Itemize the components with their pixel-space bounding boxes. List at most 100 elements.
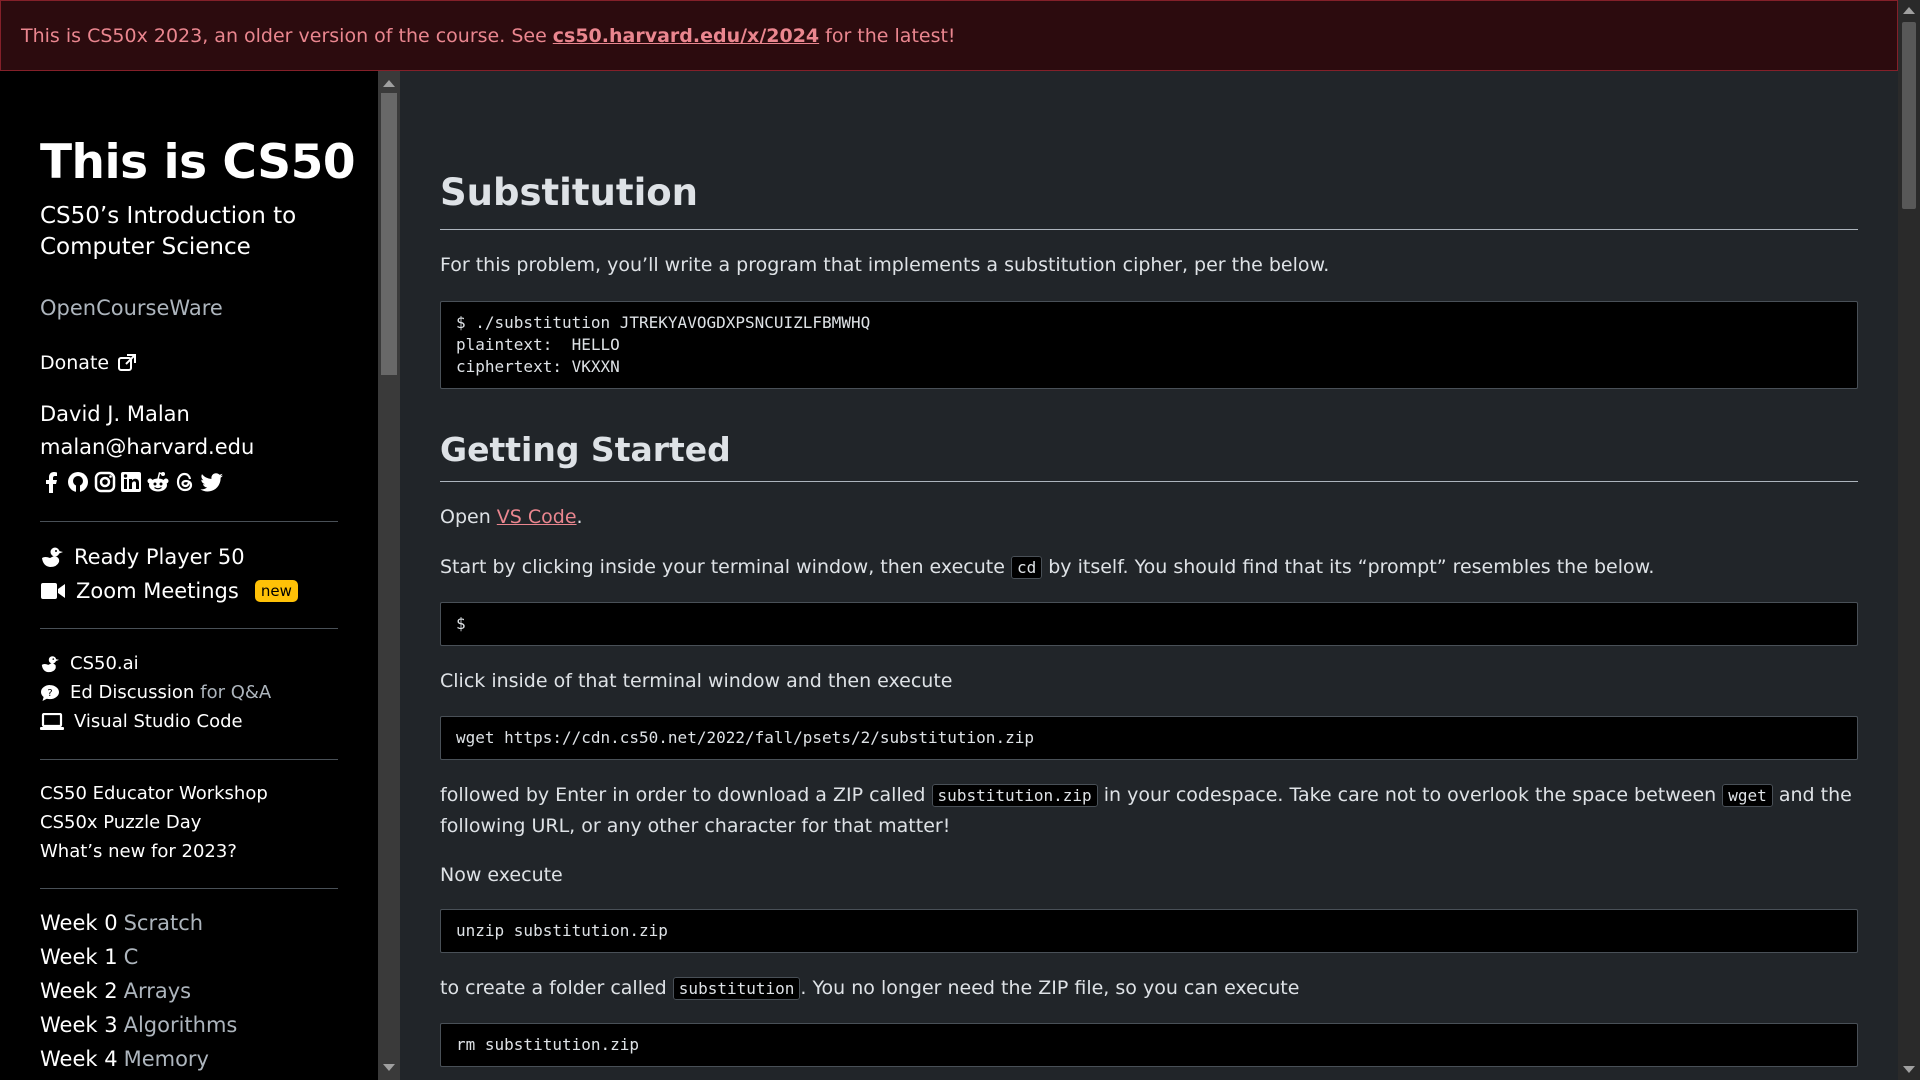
scroll-down-arrow-icon[interactable] <box>1903 1066 1915 1073</box>
window-scrollbar[interactable] <box>1898 0 1920 1080</box>
banner-latest-link[interactable]: cs50.harvard.edu/x/2024 <box>553 25 819 47</box>
section-rule <box>440 481 1858 482</box>
older-version-banner: This is CS50x 2023, an older version of … <box>0 0 1898 71</box>
svg-text:?: ? <box>47 688 52 699</box>
opencourseware-label: OpenCourseWare <box>40 296 223 320</box>
step-text: by itself. You should find that its “pro… <box>1048 556 1655 578</box>
donate-link[interactable]: Donate <box>40 352 137 374</box>
step-text: in your codespace. Take care not to over… <box>1103 784 1717 806</box>
sidebar-item-label: Ed Discussion <box>70 682 195 703</box>
inline-code-wget: wget <box>1722 784 1773 807</box>
new-badge: new <box>254 580 298 602</box>
reddit-icon[interactable] <box>146 471 170 493</box>
wget-code-block: wget https://cdn.cs50.net/2022/fall/pset… <box>440 716 1858 760</box>
duck-icon <box>42 547 63 567</box>
sidebar-item-week-4[interactable]: Week 4 Memory <box>40 1047 209 1071</box>
sidebar-item-puzzle-day[interactable]: CS50x Puzzle Day <box>40 812 201 833</box>
sidebar-item-week-2[interactable]: Week 2 Arrays <box>40 979 191 1003</box>
author-email[interactable]: malan@harvard.edu <box>40 435 254 459</box>
banner-text-before: This is CS50x 2023, an older version of … <box>21 24 547 47</box>
week-topic: C <box>123 945 139 969</box>
video-camera-icon <box>41 583 65 599</box>
inline-code-substitution: substitution <box>672 977 801 1000</box>
author-name: David J. Malan <box>40 402 190 426</box>
rm-code-block: rm substitution.zip <box>440 1023 1858 1067</box>
week-topic: Scratch <box>123 911 204 935</box>
prompt-code-block: $ <box>440 602 1858 646</box>
chat-icon: ? <box>41 684 59 701</box>
sidebar-divider <box>40 521 338 522</box>
week-topic: Memory <box>123 1047 209 1071</box>
facebook-icon[interactable] <box>40 471 62 493</box>
sidebar-item-label: CS50x Puzzle Day <box>40 812 202 833</box>
sidebar-item-ed-discussion[interactable]: ? Ed Discussion for Q&A <box>40 682 271 703</box>
title-rule <box>440 229 1858 230</box>
sidebar-item-educator-workshop[interactable]: CS50 Educator Workshop <box>40 783 268 804</box>
sidebar-item-label: CS50 Educator Workshop <box>40 783 268 804</box>
inline-code-substitution-zip: substitution.zip <box>931 784 1098 807</box>
sidebar-item-whats-new[interactable]: What’s new for 2023? <box>40 841 237 862</box>
scroll-up-arrow-icon[interactable] <box>1903 7 1915 14</box>
week-number: Week 0 <box>40 911 118 935</box>
open-text: Open <box>440 506 491 528</box>
banner-text-after: for the latest! <box>825 24 956 47</box>
sidebar-item-label: Ready Player 50 <box>74 545 245 569</box>
sidebar: This is CS50 CS50’s Introduction to Comp… <box>0 71 378 1080</box>
scroll-up-arrow-icon[interactable] <box>383 80 395 87</box>
sidebar-item-label: Visual Studio Code <box>74 711 243 732</box>
inline-code-cd: cd <box>1010 556 1043 579</box>
sidebar-item-suffix: for Q&A <box>200 682 272 703</box>
linkedin-icon[interactable] <box>120 471 142 493</box>
twitter-icon[interactable] <box>200 471 224 493</box>
step-wget-intro: Click inside of that terminal window and… <box>440 670 953 692</box>
week-number: Week 1 <box>40 945 118 969</box>
open-vscode-paragraph: Open VS Code. <box>440 502 1858 532</box>
laptop-icon <box>40 712 64 730</box>
threads-icon[interactable] <box>174 471 196 493</box>
intro-paragraph: For this problem, you’ll write a program… <box>440 254 1330 276</box>
vscode-link[interactable]: VS Code <box>497 506 577 528</box>
site-title[interactable]: This is CS50 <box>40 135 356 190</box>
sidebar-item-label: CS50.ai <box>70 653 139 674</box>
week-topic: Algorithms <box>123 1013 238 1037</box>
week-topic: Arrays <box>123 979 192 1003</box>
step-text: followed by Enter in order to download a… <box>440 784 926 806</box>
sidebar-divider <box>40 759 338 760</box>
social-links <box>40 471 224 493</box>
sidebar-item-ready-player-50[interactable]: Ready Player 50 <box>40 545 245 569</box>
sidebar-item-visual-studio-code[interactable]: Visual Studio Code <box>40 711 243 732</box>
open-after: . <box>576 506 583 528</box>
sidebar-item-zoom-meetings[interactable]: Zoom Meetings new <box>40 579 298 603</box>
week-number: Week 4 <box>40 1047 118 1071</box>
sidebar-item-week-1[interactable]: Week 1C <box>40 945 138 969</box>
section-heading-getting-started: Getting Started <box>440 430 731 469</box>
page-title: Substitution <box>440 171 699 214</box>
step-text: Start by clicking inside your terminal w… <box>440 556 1005 578</box>
step-folder-paragraph: to create a folder called substitution. … <box>440 973 1858 1004</box>
step-text: to create a folder called <box>440 977 667 999</box>
window-scrollbar-thumb[interactable] <box>1902 22 1916 209</box>
sidebar-item-label: Zoom Meetings <box>76 579 239 603</box>
step-download-paragraph: followed by Enter in order to download a… <box>440 780 1858 841</box>
sidebar-item-label: What’s new for 2023? <box>40 841 237 862</box>
instagram-icon[interactable] <box>94 471 116 493</box>
sidebar-item-cs50-ai[interactable]: CS50.ai <box>40 653 139 674</box>
step-now-execute: Now execute <box>440 864 563 886</box>
external-link-icon <box>118 354 137 371</box>
main-content: Substitution For this problem, you’ll wr… <box>440 71 1858 1080</box>
sidebar-item-week-0[interactable]: Week 0 Scratch <box>40 911 203 935</box>
donate-label: Donate <box>40 352 110 374</box>
sidebar-scrollbar[interactable] <box>378 71 400 1080</box>
example-code-block: $ ./substitution JTREKYAVOGDXPSNCUIZLFBM… <box>440 301 1858 389</box>
github-icon[interactable] <box>66 471 90 493</box>
sidebar-scrollbar-thumb[interactable] <box>381 93 397 375</box>
unzip-code-block: unzip substitution.zip <box>440 909 1858 953</box>
sidebar-item-week-3[interactable]: Week 3 Algorithms <box>40 1013 237 1037</box>
course-subtitle: CS50’s Introduction to Computer Science <box>40 203 297 260</box>
duck-icon <box>41 655 59 672</box>
step-cd-paragraph: Start by clicking inside your terminal w… <box>440 552 1858 583</box>
sidebar-divider <box>40 888 338 889</box>
scroll-down-arrow-icon[interactable] <box>383 1064 395 1071</box>
week-number: Week 3 <box>40 1013 118 1037</box>
week-number: Week 2 <box>40 979 118 1003</box>
